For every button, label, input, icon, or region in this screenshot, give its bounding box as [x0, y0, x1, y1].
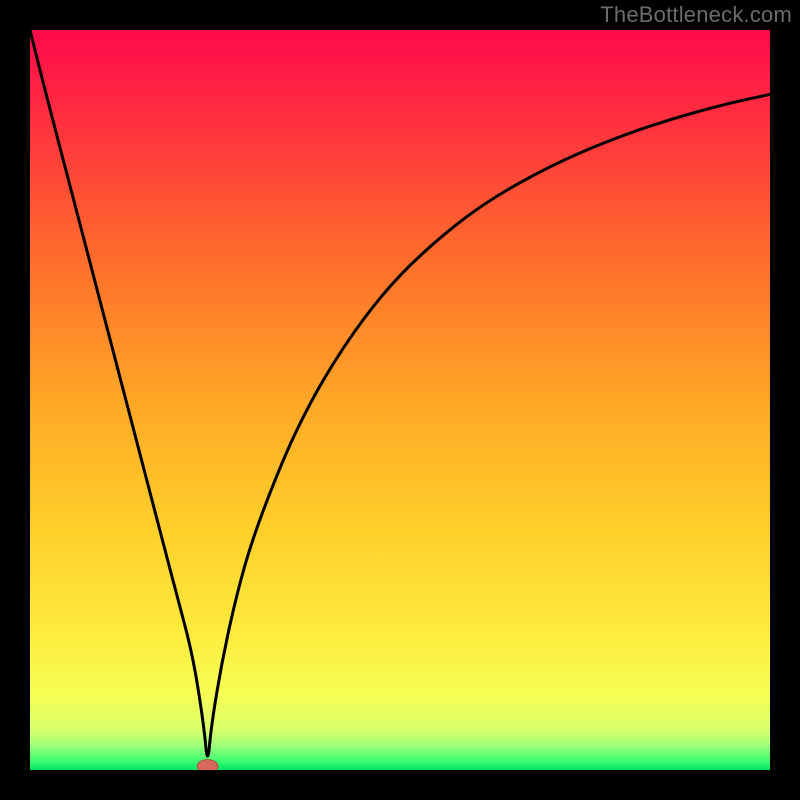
optimum-marker	[197, 760, 218, 770]
chart-frame: TheBottleneck.com	[0, 0, 800, 800]
watermark-text: TheBottleneck.com	[600, 2, 792, 28]
gradient-background	[30, 30, 770, 770]
chart-svg	[30, 30, 770, 770]
plot-area	[30, 30, 770, 770]
